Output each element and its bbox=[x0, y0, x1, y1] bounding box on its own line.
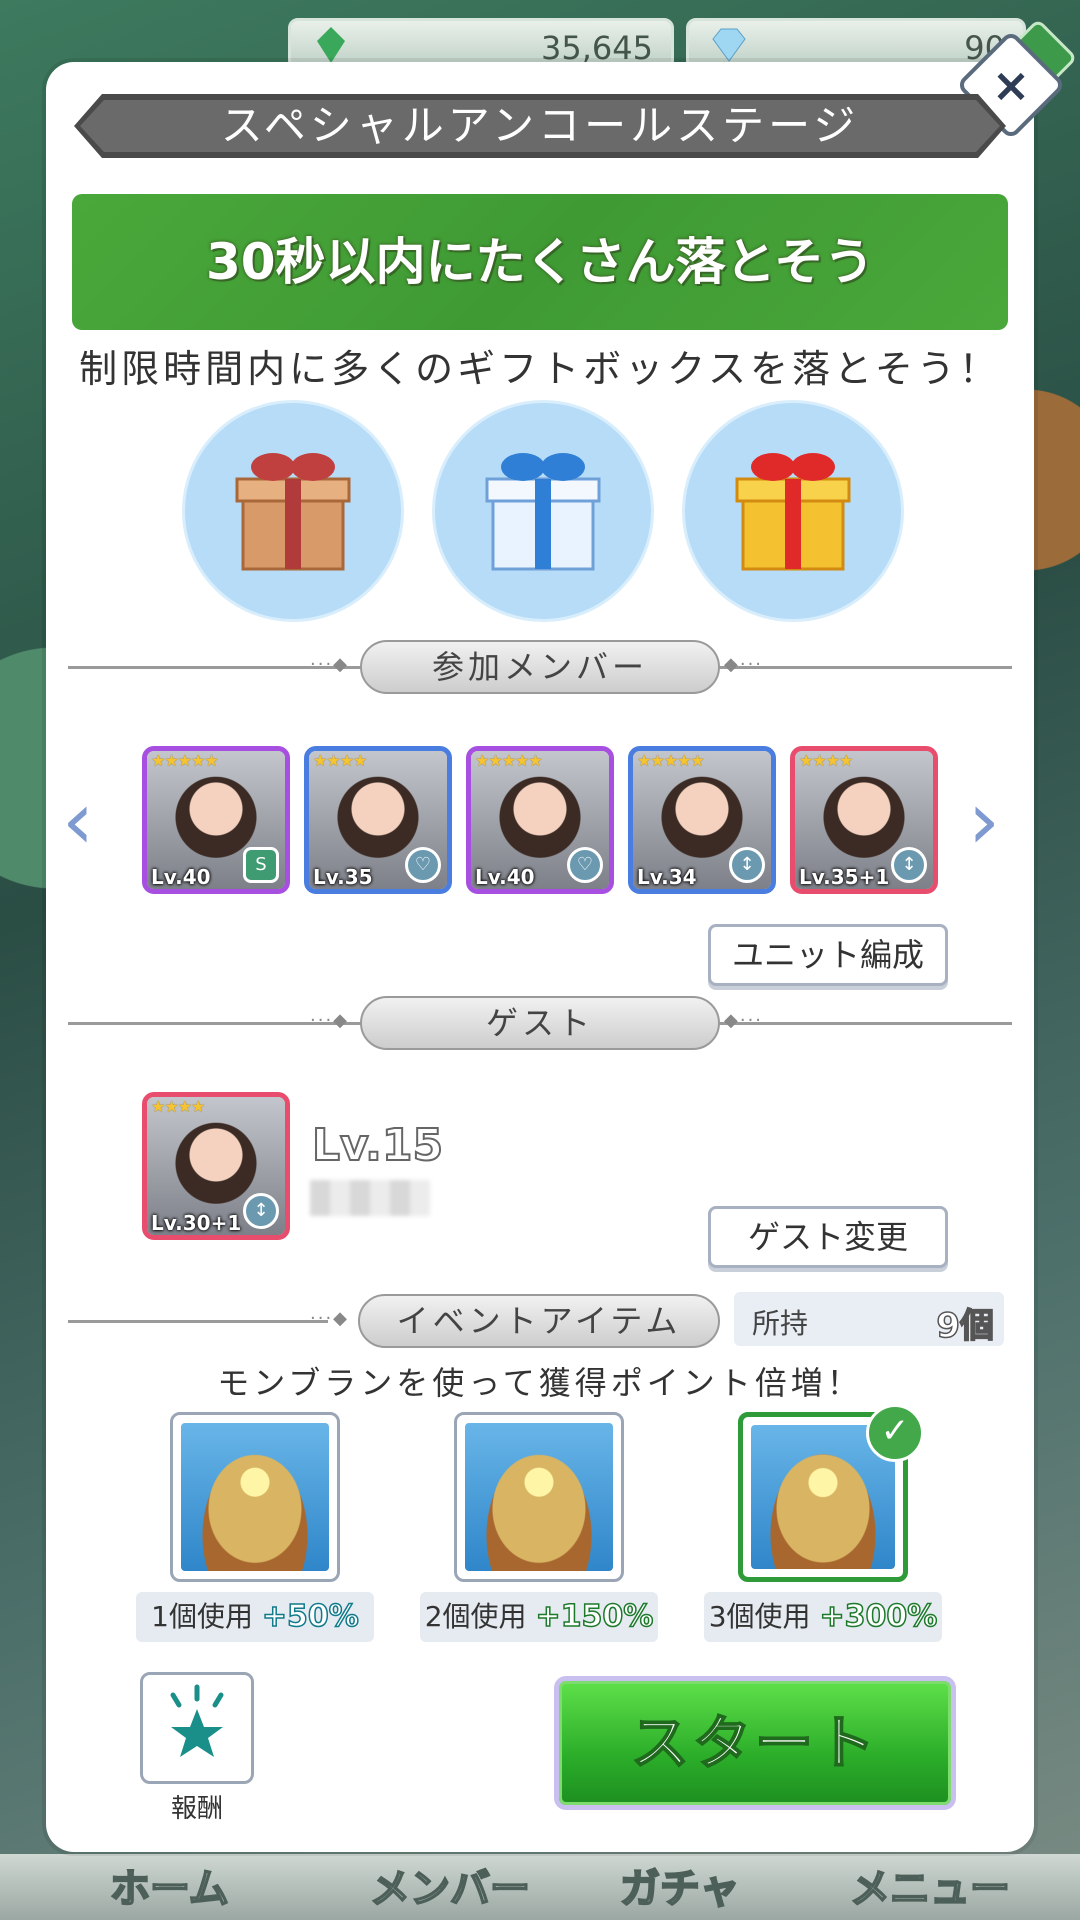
member-level: Lv.34 bbox=[637, 865, 697, 889]
arrow-badge-icon: ↕ bbox=[891, 847, 927, 883]
blue-gift-icon bbox=[485, 453, 601, 571]
rarity-stars: ★★★★★ bbox=[637, 751, 705, 770]
divider-dots: ···◆ bbox=[310, 1010, 350, 1031]
heart-badge-icon: ♡ bbox=[405, 847, 441, 883]
rarity-stars: ★★★★★ bbox=[151, 751, 219, 770]
start-label[interactable]: スタート bbox=[554, 1676, 956, 1810]
item-option-2-label[interactable]: 2個使用 +150% bbox=[420, 1592, 658, 1642]
gift-slot-2 bbox=[432, 400, 654, 622]
bonus-percent: +150% bbox=[535, 1598, 654, 1635]
rarity-stars: ★★★★ bbox=[313, 751, 367, 770]
title-banner: スペシャルアンコールステージ bbox=[74, 94, 1006, 158]
member-level: Lv.40 bbox=[151, 865, 211, 889]
heart-badge-icon: ♡ bbox=[567, 847, 603, 883]
divider-dots: ···◆ bbox=[310, 654, 350, 675]
arrow-badge-icon: ↕ bbox=[729, 847, 765, 883]
rarity-stars: ★★★★★ bbox=[475, 751, 543, 770]
nav-home[interactable]: ホーム bbox=[109, 1856, 230, 1914]
owned-items-box: 所持 9個 bbox=[734, 1292, 1004, 1347]
member-card-1[interactable]: ★★★★★ Lv.40 S bbox=[142, 746, 290, 894]
mont-blanc-icon bbox=[465, 1423, 613, 1571]
bonus-percent: +50% bbox=[261, 1598, 359, 1635]
owned-count: 9個 bbox=[936, 1305, 995, 1347]
item-option-1[interactable] bbox=[170, 1412, 340, 1582]
use-count-label: 3個使用 bbox=[708, 1600, 811, 1633]
selected-check-icon: ✓ bbox=[866, 1404, 924, 1462]
reward-button[interactable] bbox=[140, 1672, 254, 1784]
reward-label: 報酬 bbox=[170, 1794, 223, 1824]
green-gem-icon bbox=[317, 27, 345, 63]
mont-blanc-icon bbox=[181, 1423, 329, 1571]
owned-label: 所持 bbox=[752, 1307, 809, 1340]
guest-card[interactable]: ★★★★ Lv.30+1 ↕ bbox=[142, 1092, 290, 1240]
member-level: Lv.35 bbox=[313, 865, 373, 889]
nav-menu[interactable]: メニュー bbox=[849, 1856, 1011, 1914]
member-level: Lv.35+1 bbox=[799, 865, 890, 889]
next-arrow-icon[interactable]: › bbox=[968, 781, 1000, 861]
modal-title: スペシャルアンコールステージ bbox=[220, 101, 860, 150]
member-card-3[interactable]: ★★★★★ Lv.40 ♡ bbox=[466, 746, 614, 894]
section-divider bbox=[68, 1320, 328, 1323]
nav-member[interactable]: メンバー bbox=[369, 1856, 531, 1914]
guest-change-button[interactable]: ゲスト変更 bbox=[708, 1206, 948, 1268]
guest-section-label: ゲスト bbox=[360, 996, 720, 1050]
use-count-label: 2個使用 bbox=[424, 1600, 527, 1633]
bottom-nav: ホーム メンバー ガチャ メニュー bbox=[0, 1854, 1080, 1920]
gift-slot-1 bbox=[182, 400, 404, 622]
member-card-5[interactable]: ★★★★ Lv.35+1 ↕ bbox=[790, 746, 938, 894]
mission-description: 制限時間内に多くのギフトボックスを落とそう！ bbox=[79, 347, 1001, 391]
guest-card-level: Lv.30+1 bbox=[151, 1211, 242, 1235]
rarity-stars: ★★★★ bbox=[799, 751, 853, 770]
member-card-4[interactable]: ★★★★★ Lv.34 ↕ bbox=[628, 746, 776, 894]
event-item-section-label: イベントアイテム bbox=[358, 1294, 720, 1348]
guest-name-blurred bbox=[310, 1180, 430, 1216]
star-reward-icon bbox=[170, 1684, 224, 1757]
event-item-description: モンブランを使って獲得ポイント倍増！ bbox=[217, 1364, 863, 1402]
guest-player-level: Lv.15 bbox=[311, 1119, 444, 1172]
member-section-label: 参加メンバー bbox=[360, 640, 720, 694]
rarity-stars: ★★★★ bbox=[151, 1097, 205, 1116]
skill-badge-icon: S bbox=[243, 847, 279, 883]
divider-dots: ···◆ bbox=[310, 1308, 350, 1329]
mission-bar: 30秒以内にたくさん落とそう bbox=[72, 194, 1008, 330]
prev-arrow-icon[interactable]: ‹ bbox=[62, 781, 94, 861]
item-option-1-label[interactable]: 1個使用 +50% bbox=[136, 1592, 374, 1642]
brown-gift-icon bbox=[235, 453, 351, 571]
bonus-percent: +300% bbox=[819, 1598, 938, 1635]
item-option-2[interactable] bbox=[454, 1412, 624, 1582]
diamond-icon bbox=[712, 28, 746, 62]
item-option-3-label[interactable]: 3個使用 +300% bbox=[704, 1592, 942, 1642]
member-card-2[interactable]: ★★★★ Lv.35 ♡ bbox=[304, 746, 452, 894]
member-level: Lv.40 bbox=[475, 865, 535, 889]
use-count-label: 1個使用 bbox=[151, 1600, 253, 1633]
nav-gacha[interactable]: ガチャ bbox=[619, 1856, 741, 1914]
divider-dots: ◆··· bbox=[724, 654, 764, 675]
gold-gift-icon bbox=[735, 453, 851, 571]
mission-title: 30秒以内にたくさん落とそう bbox=[205, 233, 875, 291]
gift-slot-3 bbox=[682, 400, 904, 622]
unit-edit-button[interactable]: ユニット編成 bbox=[708, 924, 948, 986]
arrow-badge-icon: ↕ bbox=[243, 1193, 279, 1229]
divider-dots: ◆··· bbox=[724, 1010, 764, 1031]
